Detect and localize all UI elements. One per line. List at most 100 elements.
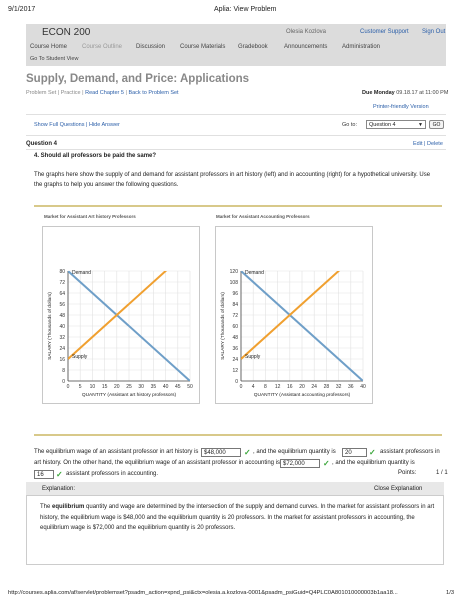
accounting-wage-input[interactable]: $72,000 (280, 459, 320, 468)
x-tick-label: 25 (126, 384, 132, 390)
explanation-pre: The (40, 504, 53, 510)
x-tick-label: 40 (163, 384, 169, 390)
supply-label: Supply (245, 354, 261, 360)
footer-page: 1/3 (446, 590, 455, 596)
x-tick-label: 40 (360, 384, 366, 390)
y-tick-label: 16 (59, 357, 65, 363)
sign-out-link[interactable]: Sign Out (422, 29, 445, 35)
question-label: Question 4 (26, 141, 58, 147)
answer-text: assistant professors in accounting. (66, 471, 159, 477)
x-tick-label: 35 (151, 384, 157, 390)
y-tick-label: 24 (232, 357, 238, 363)
delete-link[interactable]: Delete (427, 141, 443, 147)
chart-title-art: Market for Assistant Art history Profess… (44, 214, 136, 219)
y-tick-label: 48 (232, 335, 238, 341)
divider-bottom (34, 434, 442, 436)
print-title: Aplia: View Problem (214, 6, 277, 13)
question-title: 4. Should all professors be paid the sam… (34, 153, 157, 159)
y-tick-label: 40 (59, 324, 65, 330)
nav-course-home[interactable]: Course Home (30, 44, 67, 50)
y-tick-label: 84 (232, 302, 238, 308)
read-chapter-link[interactable]: Read Chapter 5 (85, 90, 124, 96)
question-select-value: Question 4 (369, 122, 396, 128)
y-tick-label: 56 (59, 302, 65, 308)
x-tick-label: 20 (299, 384, 305, 390)
x-tick-label: 10 (90, 384, 96, 390)
due-value: 09.18.17 at 11:00 PM (396, 90, 449, 96)
answer-text: art history. On the other hand, the equi… (34, 460, 281, 466)
x-tick-label: 0 (240, 384, 243, 390)
hide-answer-link[interactable]: Hide Answer (89, 122, 120, 128)
y-tick-label: 12 (232, 368, 238, 374)
art-quantity-input[interactable]: 20 (342, 448, 367, 457)
y-axis-label: SALARY (Thousands of dollars) (47, 292, 53, 360)
nav-gradebook[interactable]: Gradebook (238, 44, 268, 50)
x-tick-label: 45 (175, 384, 181, 390)
x-tick-label: 20 (114, 384, 120, 390)
chart-title-accounting: Market for Assistant Accounting Professo… (216, 214, 310, 219)
question-actions: Edit | Delete (413, 141, 443, 147)
show-full-questions-link[interactable]: Show Full Questions (34, 122, 84, 128)
x-tick-label: 0 (67, 384, 70, 390)
nav-course-outline[interactable]: Course Outline (82, 44, 122, 50)
chart-accounting-svg: 0 4 8 12 16 20 24 28 32 36 40012243648607284961081… (220, 269, 366, 398)
student-view-link[interactable]: Go To Student View (30, 56, 78, 62)
question-select[interactable]: Question 4 ▼ (366, 120, 426, 129)
due-label: Due Monday (362, 90, 395, 96)
goto-label: Go to: (342, 122, 357, 128)
printer-friendly-link[interactable]: Printer-friendly Version (373, 104, 429, 110)
explanation-label: Explanation: (42, 486, 76, 492)
y-tick-label: 96 (232, 291, 238, 297)
course-title: ECON 200 (42, 27, 91, 38)
footer-url: http://courses.aplia.com/af/servlet/prob… (8, 590, 398, 596)
x-tick-label: 28 (324, 384, 330, 390)
points-label: Points: (398, 470, 417, 476)
answer-text: The equilibrium wage of an assistant pro… (34, 449, 199, 455)
go-button[interactable]: GO (429, 120, 444, 129)
x-tick-label: 4 (252, 384, 255, 390)
y-tick-label: 108 (230, 280, 239, 286)
nav-discussion[interactable]: Discussion (136, 44, 165, 50)
x-tick-label: 32 (336, 384, 342, 390)
check-icon: ✓ (244, 448, 251, 457)
question-intro: The graphs here show the supply of and d… (34, 172, 431, 188)
check-icon: ✓ (323, 459, 330, 468)
y-tick-label: 48 (59, 313, 65, 319)
page-title: Supply, Demand, and Price: Applications (26, 73, 250, 85)
divider (26, 149, 446, 150)
y-tick-label: 8 (62, 368, 65, 374)
answer-text: , and the equilibrium quantity is (332, 460, 415, 466)
x-tick-label: 24 (311, 384, 317, 390)
points-value: 1 / 1 (436, 470, 448, 476)
nav-course-materials[interactable]: Course Materials (180, 44, 225, 50)
y-tick-label: 64 (59, 291, 65, 297)
x-tick-label: 16 (287, 384, 293, 390)
y-tick-label: 32 (59, 335, 65, 341)
breadcrumb: Problem Set | Practice | Read Chapter 5 … (26, 90, 179, 96)
y-tick-label: 60 (232, 324, 238, 330)
y-tick-label: 36 (232, 346, 238, 352)
y-tick-label: 24 (59, 346, 65, 352)
demand-label: Demand (245, 270, 264, 276)
explanation-body: quantity and wage are determined by the … (40, 504, 435, 531)
close-explanation-link[interactable]: Close Explanation (374, 486, 422, 492)
back-to-problem-set-link[interactable]: Back to Problem Set (128, 90, 178, 96)
edit-link[interactable]: Edit (413, 141, 422, 147)
answer-line-2: art history. On the other hand, the equi… (34, 459, 454, 470)
y-tick-label: 80 (59, 269, 65, 275)
nav-administration[interactable]: Administration (342, 44, 380, 50)
x-tick-label: 50 (187, 384, 193, 390)
demand-label: Demand (72, 270, 91, 276)
y-tick-label: 0 (235, 379, 238, 385)
chart-accounting[interactable]: 0 4 8 12 16 20 24 28 32 36 40 0 12 24 36 48 60 72 84 96 108 1… (215, 226, 373, 404)
breadcrumb-text: Problem Set | Practice | (26, 90, 86, 96)
divider (26, 114, 446, 115)
accounting-quantity-input[interactable]: 16 (34, 470, 54, 479)
y-tick-label: 72 (59, 280, 65, 286)
chart-art-history[interactable]: 0 5 10 15 20 25 30 35 40 45 50 0 8 16 24 32 40 48 56 64 72 80… (42, 226, 200, 404)
nav-announcements[interactable]: Announcements (284, 44, 327, 50)
question-toggle-links: Show Full Questions | Hide Answer (34, 122, 120, 128)
answer-text: , and the equilibrium quantity is (253, 449, 336, 455)
customer-support-link[interactable]: Customer Support (360, 29, 409, 35)
art-wage-input[interactable]: $48,000 (201, 448, 241, 457)
